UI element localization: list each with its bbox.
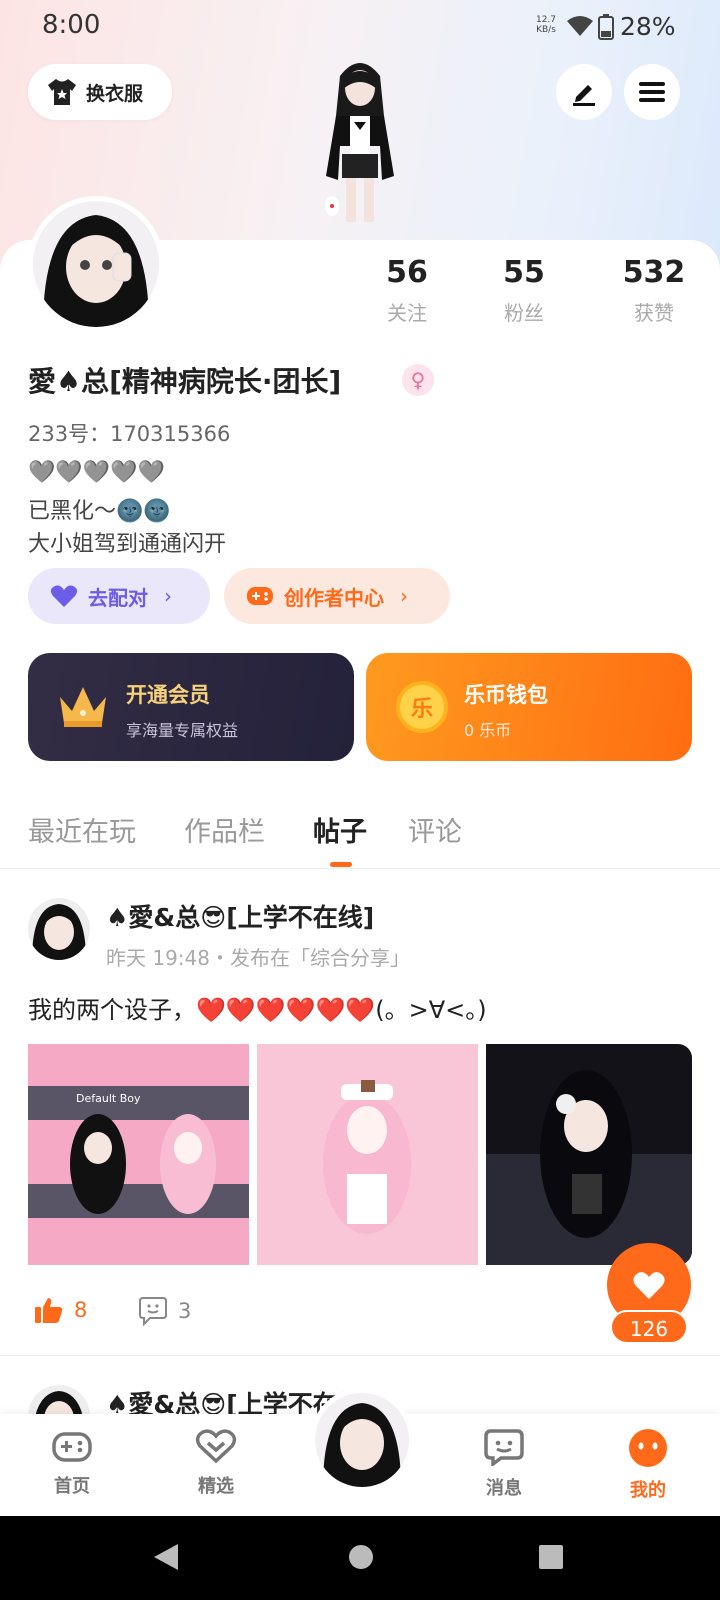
heart-chevron-nav-icon [195, 1429, 237, 1464]
post-image-1-art [28, 1086, 249, 1218]
change-outfit-label: 换衣服 [86, 82, 144, 105]
tab-recent-play[interactable]: 最近在玩 [28, 810, 136, 849]
vip-membership-card[interactable]: 开通会员 享海量专属权益 [28, 653, 354, 761]
comment-count: 3 [178, 1299, 192, 1323]
nav-featured-label: 精选 [198, 1476, 234, 1497]
following-label: 关注 [387, 301, 427, 325]
chevron-right-icon: › [164, 584, 172, 608]
app-root: 8:00 12.7 KB/s 28% 换衣服 56 关注 55 粉丝 532 获… [0, 0, 720, 1600]
back-icon[interactable] [152, 1542, 180, 1572]
status-bar: 8:00 12.7 KB/s 28% [0, 0, 720, 56]
followers-stat[interactable]: 55 粉丝 [474, 255, 574, 326]
recents-icon[interactable] [538, 1544, 564, 1570]
followers-label: 粉丝 [504, 301, 544, 325]
net-speed-unit: KB/s [536, 25, 556, 35]
net-speed: 12.7 KB/s [534, 15, 558, 35]
likes-count: 532 [622, 255, 686, 290]
bio-line-1: 🩶🩶🩶🩶🩶 [28, 460, 165, 485]
user-avatar[interactable] [28, 196, 164, 332]
message-face-nav-icon [484, 1429, 524, 1468]
nav-me[interactable]: 我的 [603, 1428, 693, 1502]
profile-tabs: 最近在玩 作品栏 帖子 评论 [28, 810, 718, 870]
vip-title: 开通会员 [126, 683, 210, 707]
wifi-icon [567, 16, 593, 36]
nav-home[interactable]: 首页 [27, 1428, 117, 1498]
post-image-3[interactable] [486, 1044, 692, 1265]
pen-icon [573, 85, 595, 106]
post-author-name[interactable]: ♠愛&总😎[上学不在线] [106, 898, 374, 934]
favorite-count: 126 [610, 1310, 688, 1344]
tab-comments[interactable]: 评论 [408, 810, 462, 849]
like-count: 8 [74, 1298, 88, 1322]
following-count: 56 [386, 255, 428, 290]
shirt-icon [48, 79, 76, 105]
menu-button[interactable] [624, 64, 680, 120]
gamepad-icon [247, 587, 273, 605]
user-name: 愛♠总[精神病院长·团长] [28, 365, 342, 398]
tab-works[interactable]: 作品栏 [184, 810, 265, 849]
coin-icon: 乐 [396, 681, 448, 733]
thumbs-up-icon [35, 1298, 63, 1323]
smiley-nav-icon [629, 1429, 667, 1467]
home-icon[interactable] [348, 1544, 374, 1570]
nav-messages-label: 消息 [486, 1478, 522, 1499]
system-navigation-bar [0, 1516, 720, 1600]
match-label: 去配对 [88, 585, 148, 610]
bio-line-3: 大小姐驾到通通闪开 [28, 532, 227, 557]
chevron-right-icon: › [400, 584, 408, 608]
tabs-divider [0, 868, 720, 869]
battery-icon [598, 14, 614, 40]
nav-messages[interactable]: 消息 [459, 1428, 549, 1500]
like-button[interactable]: 8 [34, 1296, 87, 1324]
comment-button[interactable]: 3 [138, 1296, 191, 1326]
creator-center-label: 创作者中心 [284, 585, 384, 610]
nav-me-label: 我的 [630, 1480, 666, 1501]
purple-heart-icon [50, 585, 78, 607]
bio-line-2: 已黑化～🌚🌚 [28, 499, 171, 524]
following-stat[interactable]: 56 关注 [357, 255, 457, 326]
nav-featured[interactable]: 精选 [171, 1428, 261, 1498]
tab-posts[interactable]: 帖子 [313, 810, 367, 849]
nav-avatar-image [315, 1393, 409, 1487]
post-author-avatar[interactable] [28, 898, 90, 960]
likes-label: 获赞 [634, 301, 674, 325]
post-image-2[interactable] [257, 1044, 478, 1265]
post-image-3-art [486, 1070, 692, 1265]
post-text: 我的两个设子，❤️❤️❤️❤️❤️❤️(。>∀<。) [28, 996, 487, 1024]
followers-count: 55 [503, 255, 545, 290]
user-id[interactable]: 233号：170315366 [28, 418, 230, 448]
edit-profile-button[interactable] [556, 64, 612, 120]
likes-stat[interactable]: 532 获赞 [604, 255, 704, 326]
net-speed-value: 12.7 [535, 15, 557, 25]
wallet-balance: 0 乐币 [464, 721, 512, 740]
status-time: 8:00 [42, 10, 101, 40]
battery-percent: 28% [620, 12, 676, 41]
crown-icon [60, 687, 106, 727]
post-image-1[interactable]: Default Boy [28, 1044, 249, 1265]
female-gender-icon: ♀ [402, 364, 434, 396]
change-outfit-button[interactable]: 换衣服 [28, 64, 172, 120]
hamburger-menu-icon [639, 82, 665, 102]
active-tab-indicator [330, 862, 352, 867]
wallet-title: 乐币钱包 [464, 683, 548, 707]
match-button[interactable]: 去配对 › [28, 568, 210, 624]
post-image-2-art [323, 1080, 411, 1234]
vip-subtitle: 享海量专属权益 [126, 721, 239, 740]
nav-avatar-button[interactable] [310, 1388, 414, 1492]
wallet-card[interactable]: 乐 乐币钱包 0 乐币 [366, 653, 692, 761]
creator-center-button[interactable]: 创作者中心 › [224, 568, 450, 624]
comment-face-icon [139, 1297, 167, 1326]
avatar-3d-figure[interactable] [296, 56, 424, 234]
nav-home-label: 首页 [54, 1476, 90, 1497]
post-image-1-caption: Default Boy [76, 1092, 141, 1105]
post-avatar-image [28, 898, 90, 960]
gamepad-nav-icon [52, 1432, 92, 1462]
heart-icon [633, 1272, 665, 1299]
post-divider [0, 1355, 720, 1356]
post-meta: 昨天 19:48・发布在「综合分享」 [106, 946, 410, 970]
avatar-image [33, 201, 159, 327]
